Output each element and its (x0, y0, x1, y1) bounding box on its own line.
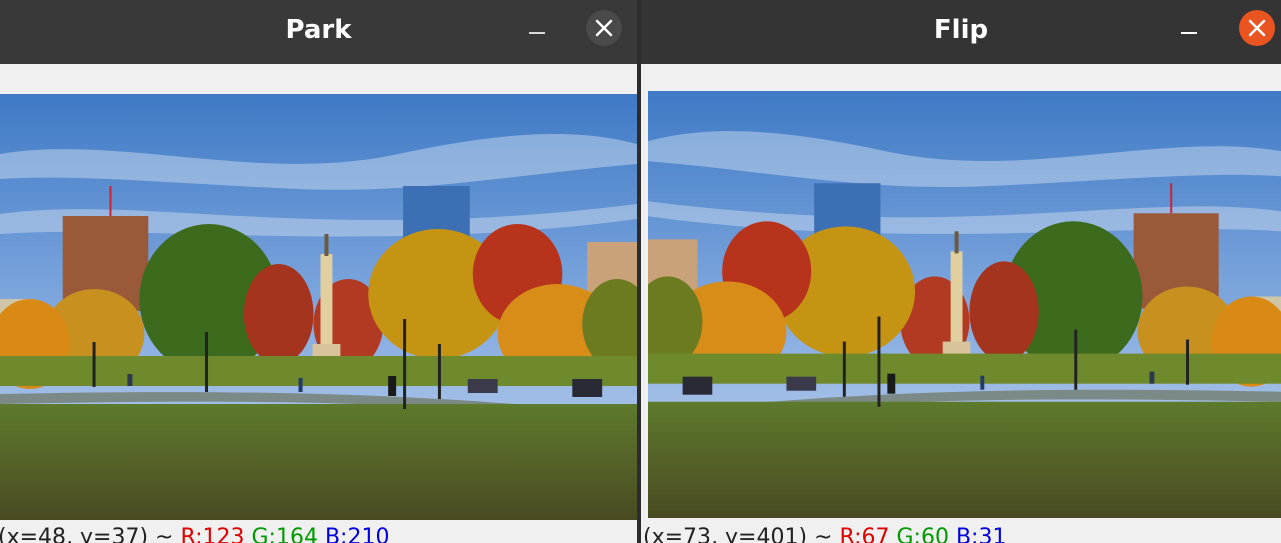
flip-image[interactable] (648, 91, 1281, 518)
status-b: B:31 (955, 525, 1007, 543)
flip-window: Flip (x=73, y=401) ~ R:67 G:60 B:31 (641, 0, 1281, 543)
minimize-button[interactable] (1174, 18, 1204, 48)
status-r: R:123 (180, 525, 245, 543)
flipped-park-photo (648, 91, 1281, 518)
flip-titlebar[interactable]: Flip (641, 0, 1281, 64)
toolbar (0, 64, 637, 92)
minimize-icon (529, 32, 545, 34)
status-bar: (x=73, y=401) ~ R:67 G:60 B:31 (643, 525, 1006, 543)
status-g: G:60 (896, 525, 949, 543)
status-coords: (x=48, y=37) ~ (0, 525, 174, 543)
minimize-icon (1181, 32, 1197, 34)
park-photo (0, 94, 637, 520)
park-window: Park (x=48, y=37) ~ R:123 G:164 B:210 (0, 0, 637, 543)
close-button[interactable] (1239, 10, 1275, 46)
close-button[interactable] (586, 10, 622, 46)
status-coords: (x=73, y=401) ~ (643, 525, 833, 543)
minimize-button[interactable] (522, 18, 552, 48)
park-image[interactable] (0, 94, 637, 520)
status-g: G:164 (251, 525, 318, 543)
park-titlebar[interactable]: Park (0, 0, 637, 64)
close-icon (1248, 19, 1266, 37)
status-r: R:67 (839, 525, 890, 543)
toolbar (641, 64, 1281, 92)
close-icon (595, 19, 613, 37)
status-bar: (x=48, y=37) ~ R:123 G:164 B:210 (0, 525, 389, 543)
status-b: B:210 (324, 525, 390, 543)
